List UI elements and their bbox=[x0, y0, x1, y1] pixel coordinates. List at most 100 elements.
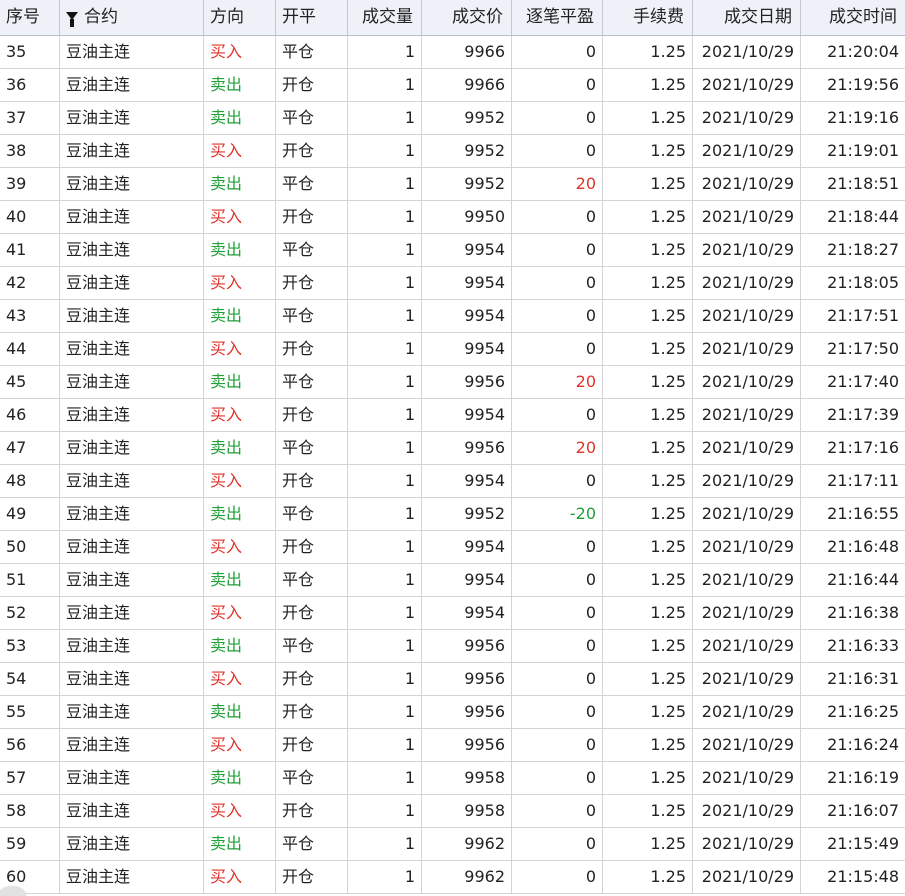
cell-qty: 1 bbox=[348, 102, 422, 134]
cell-price: 9956 bbox=[422, 663, 512, 695]
cell-seq: 42 bbox=[0, 267, 60, 299]
cell-price: 9954 bbox=[422, 465, 512, 497]
table-row[interactable]: 49 豆油主连 卖出 平仓 1 9952 -20 1.25 2021/10/29 21:16:55 bbox=[0, 498, 905, 531]
cell-pnl: 0 bbox=[512, 564, 603, 596]
cell-open-close: 开仓 bbox=[276, 795, 348, 827]
table-row[interactable]: 38 豆油主连 买入 开仓 1 9952 0 1.25 2021/10/29 21:19:01 bbox=[0, 135, 905, 168]
header-pnl[interactable]: 逐笔平盈 bbox=[512, 0, 603, 35]
table-row[interactable]: 59 豆油主连 卖出 平仓 1 9962 0 1.25 2021/10/29 21:15:49 bbox=[0, 828, 905, 861]
cell-contract: 豆油主连 bbox=[60, 564, 204, 596]
header-price[interactable]: 成交价 bbox=[422, 0, 512, 35]
cell-open-close: 平仓 bbox=[276, 36, 348, 68]
cell-time: 21:18:05 bbox=[827, 273, 899, 292]
table-row[interactable]: 56 豆油主连 买入 开仓 1 9956 0 1.25 2021/10/29 21:16:24 bbox=[0, 729, 905, 762]
table-row[interactable]: 46 豆油主连 买入 开仓 1 9954 0 1.25 2021/10/29 21:17:39 bbox=[0, 399, 905, 432]
cell-fee: 1.25 bbox=[603, 795, 693, 827]
table-row[interactable]: 57 豆油主连 卖出 平仓 1 9958 0 1.25 2021/10/29 21:16:19 bbox=[0, 762, 905, 795]
cell-time: 21:17:16 bbox=[827, 438, 899, 457]
filter-icon[interactable] bbox=[66, 12, 78, 27]
cell-time: 21:16:24 bbox=[827, 735, 899, 754]
header-date[interactable]: 成交日期 bbox=[693, 0, 801, 35]
cell-direction: 卖出 bbox=[204, 432, 276, 464]
cell-date: 2021/10/29 bbox=[693, 828, 801, 860]
table-row[interactable]: 41 豆油主连 卖出 平仓 1 9954 0 1.25 2021/10/29 21:18:27 bbox=[0, 234, 905, 267]
cell-pnl: 0 bbox=[512, 465, 603, 497]
table-row[interactable]: 37 豆油主连 卖出 平仓 1 9952 0 1.25 2021/10/29 21:19:16 bbox=[0, 102, 905, 135]
table-row[interactable]: 53 豆油主连 卖出 平仓 1 9956 0 1.25 2021/10/29 21:16:33 bbox=[0, 630, 905, 663]
cell-direction: 卖出 bbox=[204, 498, 276, 530]
cell-contract: 豆油主连 bbox=[60, 168, 204, 200]
cell-qty: 1 bbox=[348, 168, 422, 200]
cell-time: 21:15:49 bbox=[827, 834, 899, 853]
cell-seq: 51 bbox=[0, 564, 60, 596]
table-row[interactable]: 36 豆油主连 卖出 开仓 1 9966 0 1.25 2021/10/29 21:19:56 bbox=[0, 69, 905, 102]
table-row[interactable]: 55 豆油主连 卖出 开仓 1 9956 0 1.25 2021/10/29 21:16:25 bbox=[0, 696, 905, 729]
table-row[interactable]: 51 豆油主连 卖出 平仓 1 9954 0 1.25 2021/10/29 21:16:44 bbox=[0, 564, 905, 597]
cell-direction: 卖出 bbox=[204, 828, 276, 860]
table-row[interactable]: 42 豆油主连 买入 开仓 1 9954 0 1.25 2021/10/29 21:18:05 bbox=[0, 267, 905, 300]
cell-qty: 1 bbox=[348, 531, 422, 563]
table-row[interactable]: 60豆油主连买入开仓1996201.252021/10/2921:15:48 bbox=[0, 861, 905, 894]
cell-pnl: 0 bbox=[512, 861, 603, 893]
table-row[interactable]: 58 豆油主连 买入 开仓 1 9958 0 1.25 2021/10/29 21:16:07 bbox=[0, 795, 905, 828]
cell-price: 9950 bbox=[422, 201, 512, 233]
cell-qty: 1 bbox=[348, 300, 422, 332]
cell-pnl: 0 bbox=[512, 102, 603, 134]
cell-time: 21:16:19 bbox=[827, 768, 899, 787]
cell-time: 21:17:11 bbox=[827, 471, 899, 490]
table-row[interactable]: 54 豆油主连 买入 开仓 1 9956 0 1.25 2021/10/29 21:16:31 bbox=[0, 663, 905, 696]
header-contract[interactable]: 合约 bbox=[60, 0, 204, 35]
cell-open-close: 平仓 bbox=[276, 366, 348, 398]
table-row[interactable]: 50 豆油主连 买入 开仓 1 9954 0 1.25 2021/10/29 21:16:48 bbox=[0, 531, 905, 564]
table-row[interactable]: 45 豆油主连 卖出 平仓 1 9956 20 1.25 2021/10/29 21:17:40 bbox=[0, 366, 905, 399]
cell-open-close: 平仓 bbox=[276, 498, 348, 530]
cell-date: 2021/10/29 bbox=[693, 630, 801, 662]
cell-fee: 1.25 bbox=[603, 696, 693, 728]
cell-price: 9958 bbox=[422, 795, 512, 827]
cell-seq: 50 bbox=[0, 531, 60, 563]
table-row[interactable]: 48 豆油主连 买入 开仓 1 9954 0 1.25 2021/10/29 21:17:11 bbox=[0, 465, 905, 498]
cell-fee: 1.25 bbox=[603, 729, 693, 761]
cell-time: 21:16:48 bbox=[827, 537, 899, 556]
cell-seq: 54 bbox=[0, 663, 60, 695]
table-row[interactable]: 40 豆油主连 买入 开仓 1 9950 0 1.25 2021/10/29 21:18:44 bbox=[0, 201, 905, 234]
table-row[interactable]: 43 豆油主连 卖出 平仓 1 9954 0 1.25 2021/10/29 21:17:51 bbox=[0, 300, 905, 333]
cell-price: 9966 bbox=[422, 69, 512, 101]
header-qty[interactable]: 成交量 bbox=[348, 0, 422, 35]
cell-contract: 豆油主连 bbox=[60, 531, 204, 563]
cell-open-close: 开仓 bbox=[276, 729, 348, 761]
header-time[interactable]: 成交时间 bbox=[801, 0, 905, 35]
table-row[interactable]: 47 豆油主连 卖出 平仓 1 9956 20 1.25 2021/10/29 21:17:16 bbox=[0, 432, 905, 465]
cell-open-close: 开仓 bbox=[276, 267, 348, 299]
cell-date: 2021/10/29 bbox=[693, 333, 801, 365]
cell-time: 21:16:44 bbox=[827, 570, 899, 589]
cell-direction: 买入 bbox=[204, 267, 276, 299]
cell-time: 21:20:04 bbox=[827, 42, 899, 61]
cell-time: 21:16:25 bbox=[827, 702, 899, 721]
cell-fee: 1.25 bbox=[603, 300, 693, 332]
cell-fee: 1.25 bbox=[603, 366, 693, 398]
cell-date: 2021/10/29 bbox=[693, 795, 801, 827]
header-direction[interactable]: 方向 bbox=[204, 0, 276, 35]
header-seq[interactable]: 序号 bbox=[0, 0, 60, 35]
cell-time: 21:19:01 bbox=[827, 141, 899, 160]
header-open-close[interactable]: 开平 bbox=[276, 0, 348, 35]
cell-contract: 豆油主连 bbox=[60, 762, 204, 794]
header-date-label: 成交日期 bbox=[724, 7, 792, 27]
cell-price: 9952 bbox=[422, 168, 512, 200]
header-open-close-label: 开平 bbox=[282, 7, 316, 27]
cell-pnl: 0 bbox=[512, 828, 603, 860]
table-row[interactable]: 44 豆油主连 买入 开仓 1 9954 0 1.25 2021/10/29 21:17:50 bbox=[0, 333, 905, 366]
cell-price: 9966 bbox=[422, 36, 512, 68]
table-row[interactable]: 35 豆油主连 买入 平仓 1 9966 0 1.25 2021/10/29 21:20:04 bbox=[0, 36, 905, 69]
table-row[interactable]: 52 豆油主连 买入 开仓 1 9954 0 1.25 2021/10/29 21:16:38 bbox=[0, 597, 905, 630]
cell-qty: 1 bbox=[348, 69, 422, 101]
cell-date: 2021/10/29 bbox=[693, 663, 801, 695]
table-row[interactable]: 39 豆油主连 卖出 平仓 1 9952 20 1.25 2021/10/29 21:18:51 bbox=[0, 168, 905, 201]
cell-date: 2021/10/29 bbox=[693, 432, 801, 464]
cell-time: 21:19:56 bbox=[827, 75, 899, 94]
cell-seq: 52 bbox=[0, 597, 60, 629]
header-fee[interactable]: 手续费 bbox=[603, 0, 693, 35]
cell-seq: 41 bbox=[0, 234, 60, 266]
cell-direction: 买入 bbox=[204, 729, 276, 761]
